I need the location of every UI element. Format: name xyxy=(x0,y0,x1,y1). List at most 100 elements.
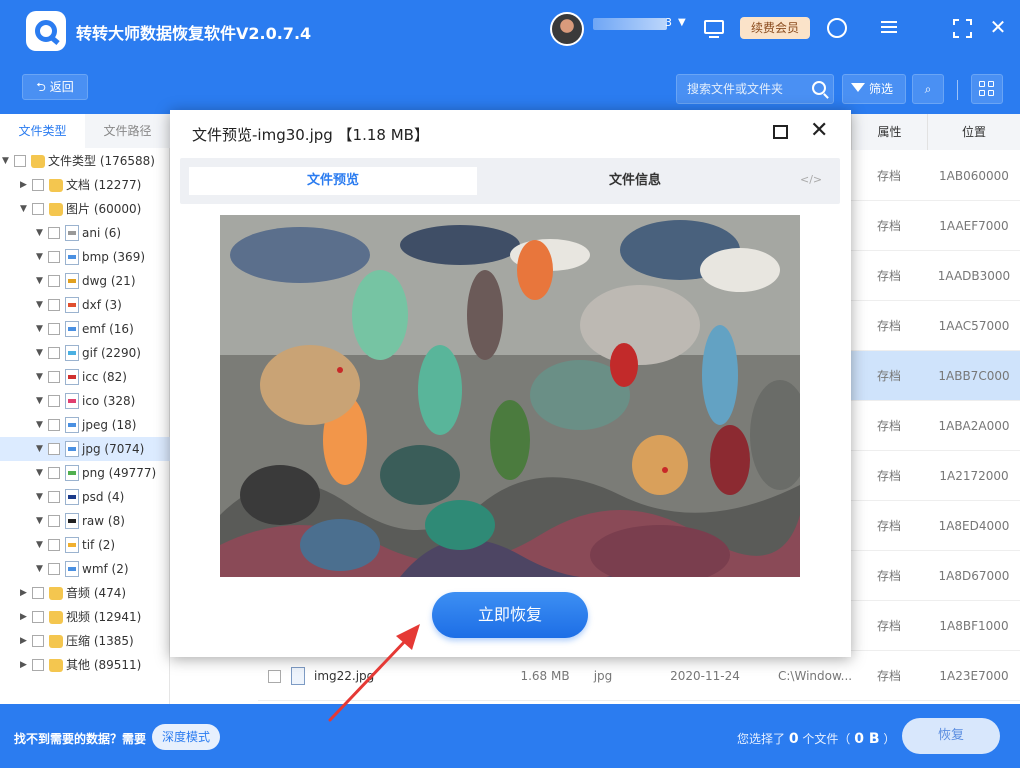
tab-file-preview[interactable]: 文件预览 xyxy=(189,167,477,195)
sidebar-tree-item[interactable]: ▼ png (49777) xyxy=(0,461,170,485)
sidebar-tree-item[interactable]: ▼ tif (2) xyxy=(0,533,170,557)
sidebar-tree-item[interactable]: ▼ gif (2290) xyxy=(0,341,170,365)
tree-checkbox[interactable] xyxy=(32,203,44,215)
column-header-attr[interactable]: 属性 xyxy=(851,114,927,150)
sidebar-tree-item[interactable]: ▶ 音频 (474) xyxy=(0,581,170,605)
tree-checkbox[interactable] xyxy=(14,155,26,167)
sidebar-tree-item[interactable]: ▼ 文件类型 (176588) xyxy=(0,149,170,173)
tree-checkbox[interactable] xyxy=(48,539,60,551)
sidebar-tree-item[interactable]: ▶ 其他 (89511) xyxy=(0,653,170,677)
sidebar-tree-item[interactable]: ▼ icc (82) xyxy=(0,365,170,389)
sidebar-tree-item[interactable]: ▼ ani (6) xyxy=(0,221,170,245)
tree-checkbox[interactable] xyxy=(48,515,60,527)
sidebar-tree-item[interactable]: ▶ 压缩 (1385) xyxy=(0,629,170,653)
tree-checkbox[interactable] xyxy=(32,611,44,623)
collapse-arrow-icon[interactable]: ▼ xyxy=(36,269,46,293)
tree-checkbox[interactable] xyxy=(32,659,44,671)
collapse-arrow-icon[interactable]: ▼ xyxy=(36,461,46,485)
menu-icon[interactable] xyxy=(878,16,900,38)
collapse-arrow-icon[interactable]: ▼ xyxy=(2,149,12,173)
close-icon[interactable]: ✕ xyxy=(987,16,1009,38)
expand-arrow-icon[interactable]: ▶ xyxy=(20,173,30,197)
expand-arrow-icon[interactable]: ▶ xyxy=(20,653,30,677)
sidebar-tree-item[interactable]: ▼ dwg (21) xyxy=(0,269,170,293)
maximize-icon[interactable] xyxy=(950,16,972,38)
username-text[interactable]: 3 xyxy=(665,16,672,29)
selection-size: 0 B xyxy=(854,731,880,747)
column-header-location[interactable]: 位置 xyxy=(927,114,1020,150)
tree-checkbox[interactable] xyxy=(32,179,44,191)
sidebar-tree-item[interactable]: ▼ wmf (2) xyxy=(0,557,170,581)
tree-checkbox[interactable] xyxy=(48,275,60,287)
preview-search-icon[interactable]: ⌕ xyxy=(912,74,944,104)
collapse-arrow-icon[interactable]: ▼ xyxy=(36,317,46,341)
sidebar-tree-item[interactable]: ▼ ico (328) xyxy=(0,389,170,413)
collapse-arrow-icon[interactable]: ▼ xyxy=(36,485,46,509)
tab-file-type[interactable]: 文件类型 xyxy=(0,114,85,148)
tab-file-path[interactable]: 文件路径 xyxy=(85,114,170,148)
support-icon[interactable] xyxy=(825,16,847,38)
selection-prefix: 您选择了 xyxy=(737,732,786,746)
sidebar-tree-item[interactable]: ▼ 图片 (60000) xyxy=(0,197,170,221)
collapse-arrow-icon[interactable]: ▼ xyxy=(36,437,46,461)
sidebar-tree-item[interactable]: ▼ dxf (3) xyxy=(0,293,170,317)
tree-checkbox[interactable] xyxy=(48,563,60,575)
expand-arrow-icon[interactable]: ▶ xyxy=(20,581,30,605)
folder-icon xyxy=(49,179,63,192)
monitor-icon[interactable] xyxy=(704,20,724,38)
sidebar-tree-item[interactable]: ▼ psd (4) xyxy=(0,485,170,509)
close-icon[interactable]: ✕ xyxy=(810,118,828,144)
renew-vip-button[interactable]: 续费会员 xyxy=(740,17,810,39)
collapse-arrow-icon[interactable]: ▼ xyxy=(36,365,46,389)
tree-checkbox[interactable] xyxy=(32,635,44,647)
code-icon[interactable]: </> xyxy=(800,173,822,186)
tree-checkbox[interactable] xyxy=(48,299,60,311)
collapse-arrow-icon[interactable]: ▼ xyxy=(36,533,46,557)
collapse-arrow-icon[interactable]: ▼ xyxy=(36,293,46,317)
row-checkbox[interactable] xyxy=(268,670,281,683)
tree-checkbox[interactable] xyxy=(48,467,60,479)
username-redacted[interactable] xyxy=(593,18,667,30)
sidebar-tree-item[interactable]: ▶ 文档 (12277) xyxy=(0,173,170,197)
chevron-down-icon[interactable]: ▼ xyxy=(678,17,686,28)
search-input[interactable]: 搜索文件或文件夹 xyxy=(676,74,834,104)
tree-checkbox[interactable] xyxy=(48,419,60,431)
sidebar-tree-item[interactable]: ▼ jpeg (18) xyxy=(0,413,170,437)
tree-checkbox[interactable] xyxy=(48,227,60,239)
user-avatar[interactable] xyxy=(550,12,584,46)
tree-checkbox[interactable] xyxy=(48,323,60,335)
collapse-arrow-icon[interactable]: ▼ xyxy=(36,245,46,269)
file-type: jpg xyxy=(593,669,613,683)
expand-arrow-icon[interactable]: ▶ xyxy=(20,605,30,629)
deep-mode-button[interactable]: 深度模式 xyxy=(152,724,220,750)
grid-view-button[interactable] xyxy=(971,74,1003,104)
collapse-arrow-icon[interactable]: ▼ xyxy=(36,509,46,533)
recover-now-button[interactable]: 立即恢复 xyxy=(432,592,588,638)
filter-button[interactable]: 筛选 xyxy=(842,74,906,104)
expand-arrow-icon[interactable]: ▶ xyxy=(20,629,30,653)
collapse-arrow-icon[interactable]: ▼ xyxy=(20,197,30,221)
collapse-arrow-icon[interactable]: ▼ xyxy=(36,413,46,437)
tree-checkbox[interactable] xyxy=(32,587,44,599)
sidebar-tree-item[interactable]: ▼ jpg (7074) xyxy=(0,437,170,461)
selection-mid: 个文件（ xyxy=(802,732,851,746)
sidebar-tree-item[interactable]: ▼ raw (8) xyxy=(0,509,170,533)
collapse-arrow-icon[interactable]: ▼ xyxy=(36,341,46,365)
tree-checkbox[interactable] xyxy=(48,347,60,359)
collapse-arrow-icon[interactable]: ▼ xyxy=(36,221,46,245)
back-button[interactable]: ⮌ 返回 xyxy=(22,74,88,100)
recover-button[interactable]: 恢复 xyxy=(902,718,1000,754)
tree-checkbox[interactable] xyxy=(48,371,60,383)
maximize-icon[interactable] xyxy=(773,125,788,139)
tree-checkbox[interactable] xyxy=(48,395,60,407)
search-icon[interactable] xyxy=(812,81,826,95)
tree-checkbox[interactable] xyxy=(48,443,60,455)
tab-file-info[interactable]: 文件信息 xyxy=(535,167,735,195)
sidebar-tree-item[interactable]: ▶ 视频 (12941) xyxy=(0,605,170,629)
sidebar-tree-item[interactable]: ▼ emf (16) xyxy=(0,317,170,341)
collapse-arrow-icon[interactable]: ▼ xyxy=(36,557,46,581)
tree-checkbox[interactable] xyxy=(48,251,60,263)
tree-checkbox[interactable] xyxy=(48,491,60,503)
sidebar-tree-item[interactable]: ▼ bmp (369) xyxy=(0,245,170,269)
collapse-arrow-icon[interactable]: ▼ xyxy=(36,389,46,413)
